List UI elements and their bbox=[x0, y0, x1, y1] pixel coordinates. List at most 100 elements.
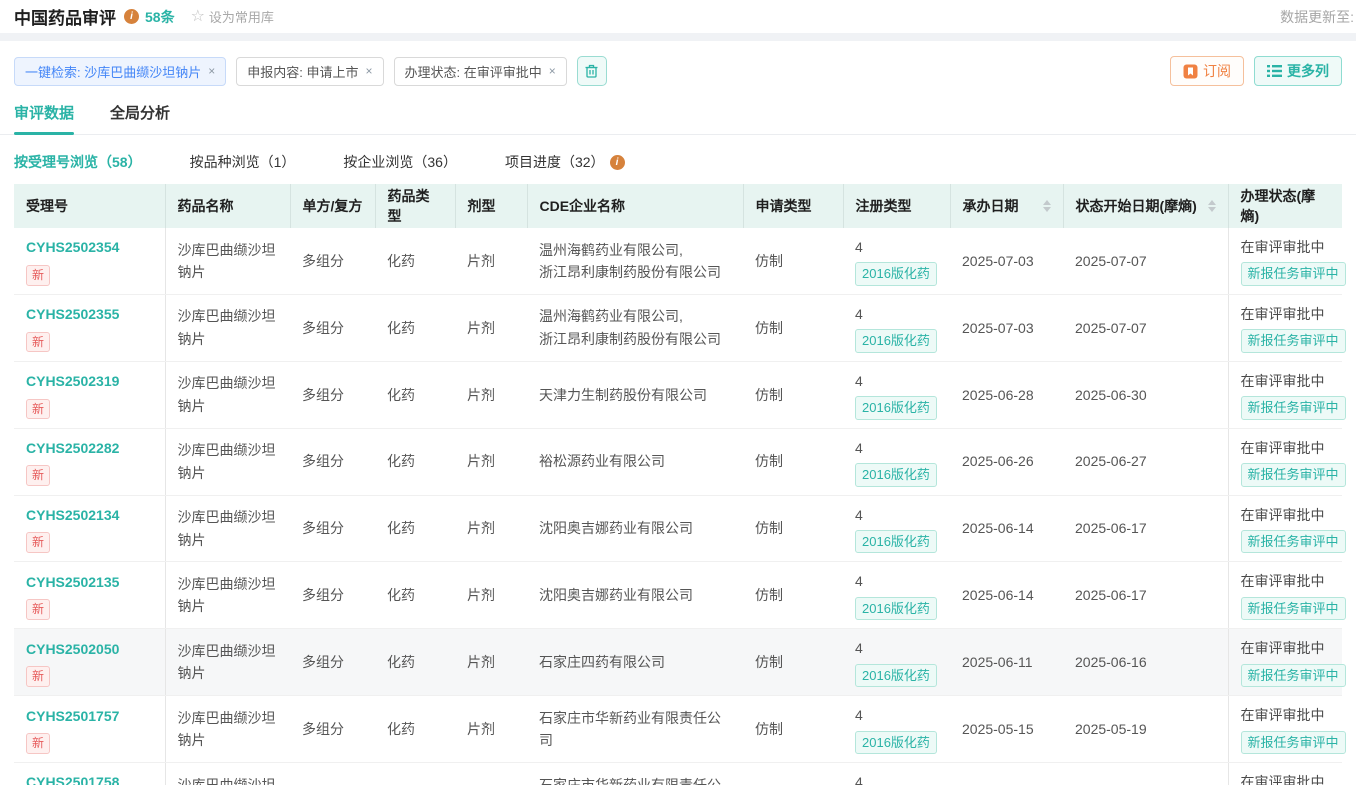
acceptance-no-link[interactable]: CYHS2501758 bbox=[26, 771, 153, 785]
clear-filters-button[interactable] bbox=[577, 56, 607, 86]
star-icon: ☆ bbox=[191, 9, 205, 25]
table-row[interactable]: CYHS2502050 新 沙库巴曲缬沙坦钠片 多组分 化药 片剂 石家庄四药有… bbox=[14, 629, 1342, 696]
cell-dosage-form: 片剂 bbox=[455, 361, 527, 428]
col-application-type: 申请类型 bbox=[743, 184, 843, 228]
cell-accept-date: 2025-06-11 bbox=[950, 629, 1063, 696]
filter-tag-declaration[interactable]: 申报内容: 申请上市 × bbox=[236, 57, 383, 86]
favorite-label: 设为常用库 bbox=[209, 7, 274, 26]
acceptance-no-link[interactable]: CYHS2502282 bbox=[26, 437, 153, 459]
cell-acceptance-no: CYHS2502282 新 bbox=[14, 428, 165, 495]
page-title: 中国药品审评 bbox=[14, 4, 116, 29]
new-badge: 新 bbox=[26, 599, 50, 620]
more-columns-label: 更多列 bbox=[1287, 61, 1329, 81]
sub-tabs: 按受理号浏览（58） 按品种浏览（1） 按企业浏览（36） 项目进度（32） i bbox=[14, 152, 1342, 172]
status-badge: 新报任务审评中 bbox=[1241, 530, 1346, 554]
tab-global-analysis[interactable]: 全局分析 bbox=[110, 102, 170, 134]
registration-number: 4 bbox=[855, 771, 938, 785]
cell-dosage-form: 片剂 bbox=[455, 696, 527, 763]
acceptance-no-link[interactable]: CYHS2502355 bbox=[26, 303, 153, 325]
table-row[interactable]: CYHS2502355 新 沙库巴曲缬沙坦钠片 多组分 化药 片剂 温州海鹤药业… bbox=[14, 294, 1342, 361]
acceptance-no-link[interactable]: CYHS2502050 bbox=[26, 638, 153, 660]
cell-company: 温州海鹤药业有限公司, 浙江昂利康制药股份有限公司 bbox=[527, 294, 743, 361]
cell-composition: 多组分 bbox=[290, 629, 375, 696]
col-drug-name: 药品名称 bbox=[165, 184, 290, 228]
more-columns-button[interactable]: 更多列 bbox=[1254, 56, 1342, 86]
subtab-by-acceptance-no[interactable]: 按受理号浏览（58） bbox=[14, 152, 142, 172]
cell-processing-status: 在审评审批中 新报任务审评中 bbox=[1228, 495, 1342, 562]
cell-drug-name: 沙库巴曲缬沙坦钠片 bbox=[165, 696, 290, 763]
new-badge: 新 bbox=[26, 465, 50, 486]
cell-company: 天津力生制药股份有限公司 bbox=[527, 361, 743, 428]
filter-tag-status[interactable]: 办理状态: 在审评审批中 × bbox=[394, 57, 567, 86]
status-badge: 新报任务审评中 bbox=[1241, 731, 1346, 755]
filter-tag-label: 办理状态: 在审评审批中 bbox=[405, 62, 542, 81]
acceptance-no-link[interactable]: CYHS2502135 bbox=[26, 571, 153, 593]
trash-icon bbox=[584, 63, 599, 79]
info-icon[interactable]: i bbox=[124, 9, 139, 24]
cell-drug-name: 沙库巴曲缬沙坦钠片 bbox=[165, 562, 290, 629]
sort-icon[interactable] bbox=[1208, 200, 1216, 212]
close-icon[interactable]: × bbox=[365, 64, 372, 78]
acceptance-no-link[interactable]: CYHS2502354 bbox=[26, 236, 153, 258]
close-icon[interactable]: × bbox=[549, 64, 556, 78]
col-dosage-form: 剂型 bbox=[455, 184, 527, 228]
cell-drug-type: 化药 bbox=[375, 428, 455, 495]
registration-number: 4 bbox=[855, 303, 938, 325]
cell-drug-type: 化药 bbox=[375, 696, 455, 763]
registration-badge: 2016版化药 bbox=[855, 731, 937, 755]
cell-company: 裕松源药业有限公司 bbox=[527, 428, 743, 495]
cell-acceptance-no: CYHS2502354 新 bbox=[14, 228, 165, 294]
acceptance-no-link[interactable]: CYHS2502319 bbox=[26, 370, 153, 392]
sort-icon[interactable] bbox=[1043, 200, 1051, 212]
cell-status-date: 2025-06-17 bbox=[1063, 562, 1228, 629]
registration-badge: 2016版化药 bbox=[855, 530, 937, 554]
table-row[interactable]: CYHS2502135 新 沙库巴曲缬沙坦钠片 多组分 化药 片剂 沈阳奥吉娜药… bbox=[14, 562, 1342, 629]
table-row[interactable]: CYHS2501757 新 沙库巴曲缬沙坦钠片 多组分 化药 片剂 石家庄市华新… bbox=[14, 696, 1342, 763]
cell-processing-status: 在审评审批中 新报任务审评中 bbox=[1228, 696, 1342, 763]
cell-accept-date: 2025-06-14 bbox=[950, 495, 1063, 562]
table-row[interactable]: CYHS2502354 新 沙库巴曲缬沙坦钠片 多组分 化药 片剂 温州海鹤药业… bbox=[14, 228, 1342, 294]
subscribe-button[interactable]: 订阅 bbox=[1170, 56, 1244, 86]
cell-company: 石家庄市华新药业有限责任公司 bbox=[527, 696, 743, 763]
close-icon[interactable]: × bbox=[208, 64, 215, 78]
cell-drug-type: 化药 bbox=[375, 629, 455, 696]
cell-status-date: 2025-06-30 bbox=[1063, 361, 1228, 428]
cell-registration-type: 4 2016版化药 bbox=[843, 294, 950, 361]
cell-application-type: 仿制 bbox=[743, 763, 843, 785]
cell-drug-name: 沙库巴曲缬沙坦钠片 bbox=[165, 495, 290, 562]
cell-accept-date: 2025-07-03 bbox=[950, 294, 1063, 361]
info-icon[interactable]: i bbox=[610, 155, 625, 170]
subtab-project-progress[interactable]: 项目进度（32） i bbox=[505, 152, 625, 172]
main-tabs: 审评数据 全局分析 bbox=[0, 102, 1356, 135]
cell-registration-type: 4 2016版化药 bbox=[843, 361, 950, 428]
cell-drug-type: 化药 bbox=[375, 562, 455, 629]
table-row[interactable]: CYHS2502319 新 沙库巴曲缬沙坦钠片 多组分 化药 片剂 天津力生制药… bbox=[14, 361, 1342, 428]
subtab-by-variety[interactable]: 按品种浏览（1） bbox=[190, 152, 296, 172]
subtab-by-company[interactable]: 按企业浏览（36） bbox=[343, 152, 457, 172]
set-favorite-button[interactable]: ☆ 设为常用库 bbox=[191, 7, 274, 26]
status-badge: 新报任务审评中 bbox=[1241, 396, 1346, 420]
cell-drug-name: 沙库巴曲缬沙坦钠片 bbox=[165, 428, 290, 495]
result-count: 58条 bbox=[145, 7, 175, 27]
cell-composition: 多组分 bbox=[290, 228, 375, 294]
acceptance-no-link[interactable]: CYHS2502134 bbox=[26, 504, 153, 526]
col-registration-type: 注册类型 bbox=[843, 184, 950, 228]
cell-status-date: 2025-06-16 bbox=[1063, 629, 1228, 696]
status-text: 在审评审批中 bbox=[1241, 504, 1331, 526]
tab-review-data[interactable]: 审评数据 bbox=[14, 102, 74, 134]
subtab-label: 项目进度（32） bbox=[505, 152, 605, 172]
table-row[interactable]: CYHS2501758 新 沙库巴曲缬沙坦钠片 多组分 化药 片剂 石家庄市华新… bbox=[14, 763, 1342, 785]
cell-accept-date: 2025-05-15 bbox=[950, 696, 1063, 763]
acceptance-no-link[interactable]: CYHS2501757 bbox=[26, 705, 153, 727]
cell-registration-type: 4 2016版化药 bbox=[843, 228, 950, 294]
filter-tag-keyword[interactable]: 一键检索: 沙库巴曲缬沙坦钠片 × bbox=[14, 57, 226, 86]
registration-number: 4 bbox=[855, 570, 938, 592]
cell-acceptance-no: CYHS2502134 新 bbox=[14, 495, 165, 562]
registration-number: 4 bbox=[855, 704, 938, 726]
table-row[interactable]: CYHS2502282 新 沙库巴曲缬沙坦钠片 多组分 化药 片剂 裕松源药业有… bbox=[14, 428, 1342, 495]
cell-accept-date: 2025-06-28 bbox=[950, 361, 1063, 428]
cell-drug-name: 沙库巴曲缬沙坦钠片 bbox=[165, 629, 290, 696]
table-row[interactable]: CYHS2502134 新 沙库巴曲缬沙坦钠片 多组分 化药 片剂 沈阳奥吉娜药… bbox=[14, 495, 1342, 562]
cell-status-date: 2025-05-19 bbox=[1063, 696, 1228, 763]
cell-composition: 多组分 bbox=[290, 361, 375, 428]
